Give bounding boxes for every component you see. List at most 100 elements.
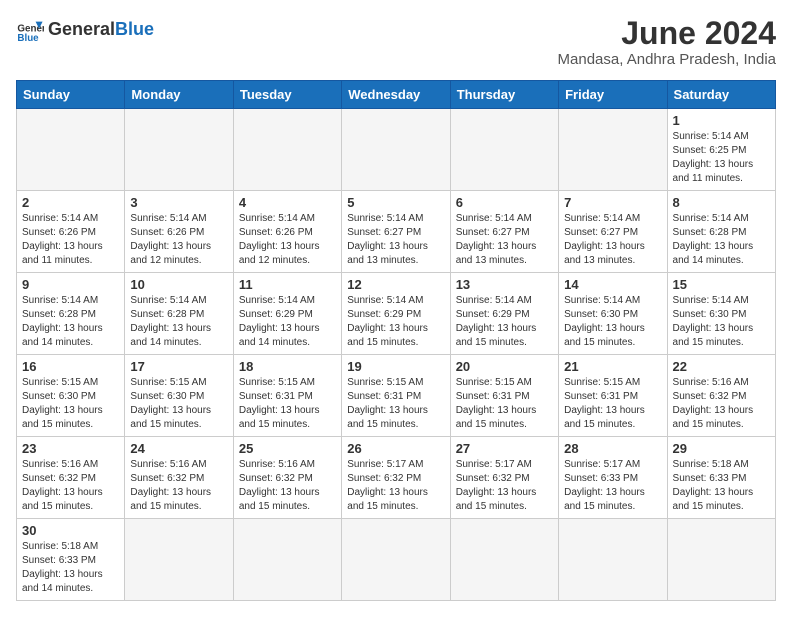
- calendar-table: SundayMondayTuesdayWednesdayThursdayFrid…: [16, 80, 776, 601]
- day-info: Sunrise: 5:15 AM Sunset: 6:31 PM Dayligh…: [347, 376, 444, 432]
- day-number: 29: [673, 441, 770, 456]
- day-number: 20: [456, 359, 553, 374]
- calendar-week-row: 30Sunrise: 5:18 AM Sunset: 6:33 PM Dayli…: [17, 519, 776, 601]
- day-number: 22: [673, 359, 770, 374]
- calendar-cell: 11 Sunrise: 5:14 AM Sunset: 6:29 PM Dayli…: [233, 273, 341, 355]
- calendar-cell: [125, 519, 233, 601]
- day-info: Sunrise: 5:14 AM Sunset: 6:29 PM Dayligh…: [239, 294, 336, 350]
- logo-blue: Blue: [115, 19, 154, 39]
- location-subtitle: Mandasa, Andhra Pradesh, India: [558, 51, 776, 68]
- calendar-cell: 13Sunrise: 5:14 AM Sunset: 6:29 PM Dayli…: [450, 273, 558, 355]
- calendar-cell: [233, 519, 341, 601]
- day-info: Sunrise: 5:14 AM Sunset: 6:27 PM Dayligh…: [564, 212, 661, 268]
- calendar-cell: [559, 519, 667, 601]
- day-number: 6: [456, 195, 553, 210]
- day-number: 8: [673, 195, 770, 210]
- calendar-cell: [233, 109, 341, 191]
- weekday-header: Monday: [125, 81, 233, 109]
- day-number: 18: [239, 359, 336, 374]
- calendar-cell: [559, 109, 667, 191]
- day-number: 7: [564, 195, 661, 210]
- day-info: Sunrise: 5:14 AM Sunset: 6:27 PM Dayligh…: [456, 212, 553, 268]
- title-area: June 2024 Mandasa, Andhra Pradesh, India: [558, 16, 776, 68]
- calendar-week-row: 23Sunrise: 5:16 AM Sunset: 6:32 PM Dayli…: [17, 437, 776, 519]
- day-info: Sunrise: 5:16 AM Sunset: 6:32 PM Dayligh…: [239, 458, 336, 514]
- calendar-week-row: 1 Sunrise: 5:14 AM Sunset: 6:25 PM Daylig…: [17, 109, 776, 191]
- calendar-cell: [450, 109, 558, 191]
- logo-icon: General Blue: [16, 16, 44, 44]
- calendar-cell: [17, 109, 125, 191]
- day-info: Sunrise: 5:14 AM Sunset: 6:29 PM Dayligh…: [347, 294, 444, 350]
- calendar-cell: 4 Sunrise: 5:14 AM Sunset: 6:26 PM Daylig…: [233, 191, 341, 273]
- day-number: 28: [564, 441, 661, 456]
- day-number: 3: [130, 195, 227, 210]
- day-info: Sunrise: 5:16 AM Sunset: 6:32 PM Dayligh…: [22, 458, 119, 514]
- day-number: 27: [456, 441, 553, 456]
- calendar-week-row: 9 Sunrise: 5:14 AM Sunset: 6:28 PM Daylig…: [17, 273, 776, 355]
- day-number: 26: [347, 441, 444, 456]
- calendar-cell: 1 Sunrise: 5:14 AM Sunset: 6:25 PM Daylig…: [667, 109, 775, 191]
- day-info: Sunrise: 5:16 AM Sunset: 6:32 PM Dayligh…: [130, 458, 227, 514]
- day-info: Sunrise: 5:15 AM Sunset: 6:30 PM Dayligh…: [130, 376, 227, 432]
- logo-text: GeneralBlue: [48, 20, 154, 40]
- day-number: 5: [347, 195, 444, 210]
- weekday-header: Thursday: [450, 81, 558, 109]
- weekday-header: Sunday: [17, 81, 125, 109]
- calendar-cell: 12Sunrise: 5:14 AM Sunset: 6:29 PM Dayli…: [342, 273, 450, 355]
- day-info: Sunrise: 5:14 AM Sunset: 6:27 PM Dayligh…: [347, 212, 444, 268]
- calendar-cell: 14 Sunrise: 5:14 AM Sunset: 6:30 PM Dayli…: [559, 273, 667, 355]
- calendar-cell: 2Sunrise: 5:14 AM Sunset: 6:26 PM Daylig…: [17, 191, 125, 273]
- weekday-header: Friday: [559, 81, 667, 109]
- calendar-cell: [450, 519, 558, 601]
- calendar-week-row: 2 Sunrise: 5:14 AM Sunset: 6:26 PM Daylig…: [17, 191, 776, 273]
- day-info: Sunrise: 5:14 AM Sunset: 6:26 PM Dayligh…: [130, 212, 227, 268]
- calendar-cell: [342, 109, 450, 191]
- day-number: 30: [22, 523, 119, 538]
- calendar-week-row: 16Sunrise: 5:15 AM Sunset: 6:30 PM Dayli…: [17, 355, 776, 437]
- day-number: 14: [564, 277, 661, 292]
- day-info: Sunrise: 5:18 AM Sunset: 6:33 PM Dayligh…: [673, 458, 770, 514]
- svg-text:Blue: Blue: [17, 33, 39, 44]
- calendar-cell: [667, 519, 775, 601]
- calendar-cell: 21Sunrise: 5:15 AM Sunset: 6:31 PM Dayli…: [559, 355, 667, 437]
- day-number: 13: [456, 277, 553, 292]
- calendar-cell: 20 Sunrise: 5:15 AM Sunset: 6:31 PM Dayli…: [450, 355, 558, 437]
- header: General Blue GeneralBlue June 2024 Manda…: [16, 16, 776, 68]
- day-info: Sunrise: 5:14 AM Sunset: 6:25 PM Dayligh…: [673, 130, 770, 186]
- day-info: Sunrise: 5:15 AM Sunset: 6:31 PM Dayligh…: [564, 376, 661, 432]
- day-info: Sunrise: 5:17 AM Sunset: 6:32 PM Dayligh…: [456, 458, 553, 514]
- calendar-cell: 30Sunrise: 5:18 AM Sunset: 6:33 PM Dayli…: [17, 519, 125, 601]
- day-info: Sunrise: 5:14 AM Sunset: 6:28 PM Dayligh…: [22, 294, 119, 350]
- day-info: Sunrise: 5:17 AM Sunset: 6:32 PM Dayligh…: [347, 458, 444, 514]
- month-year-title: June 2024: [558, 16, 776, 51]
- calendar-cell: 7 Sunrise: 5:14 AM Sunset: 6:27 PM Daylig…: [559, 191, 667, 273]
- day-number: 11: [239, 277, 336, 292]
- calendar-cell: [342, 519, 450, 601]
- calendar-cell: 3 Sunrise: 5:14 AM Sunset: 6:26 PM Daylig…: [125, 191, 233, 273]
- day-number: 24: [130, 441, 227, 456]
- day-number: 1: [673, 113, 770, 128]
- calendar-body: 1 Sunrise: 5:14 AM Sunset: 6:25 PM Daylig…: [17, 109, 776, 601]
- day-number: 9: [22, 277, 119, 292]
- calendar-cell: 23Sunrise: 5:16 AM Sunset: 6:32 PM Dayli…: [17, 437, 125, 519]
- weekday-header: Wednesday: [342, 81, 450, 109]
- day-info: Sunrise: 5:15 AM Sunset: 6:31 PM Dayligh…: [456, 376, 553, 432]
- day-info: Sunrise: 5:14 AM Sunset: 6:26 PM Dayligh…: [239, 212, 336, 268]
- logo: General Blue GeneralBlue: [16, 16, 154, 44]
- day-number: 2: [22, 195, 119, 210]
- logo-general: General: [48, 19, 115, 39]
- calendar-cell: 15Sunrise: 5:14 AM Sunset: 6:30 PM Dayli…: [667, 273, 775, 355]
- day-info: Sunrise: 5:14 AM Sunset: 6:30 PM Dayligh…: [673, 294, 770, 350]
- day-info: Sunrise: 5:14 AM Sunset: 6:28 PM Dayligh…: [130, 294, 227, 350]
- calendar-cell: 28Sunrise: 5:17 AM Sunset: 6:33 PM Dayli…: [559, 437, 667, 519]
- day-number: 4: [239, 195, 336, 210]
- day-info: Sunrise: 5:14 AM Sunset: 6:30 PM Dayligh…: [564, 294, 661, 350]
- day-number: 19: [347, 359, 444, 374]
- calendar-cell: 25Sunrise: 5:16 AM Sunset: 6:32 PM Dayli…: [233, 437, 341, 519]
- day-number: 17: [130, 359, 227, 374]
- calendar-cell: 6 Sunrise: 5:14 AM Sunset: 6:27 PM Daylig…: [450, 191, 558, 273]
- calendar-cell: 29 Sunrise: 5:18 AM Sunset: 6:33 PM Dayli…: [667, 437, 775, 519]
- day-info: Sunrise: 5:16 AM Sunset: 6:32 PM Dayligh…: [673, 376, 770, 432]
- calendar-cell: 19 Sunrise: 5:15 AM Sunset: 6:31 PM Dayli…: [342, 355, 450, 437]
- day-info: Sunrise: 5:15 AM Sunset: 6:31 PM Dayligh…: [239, 376, 336, 432]
